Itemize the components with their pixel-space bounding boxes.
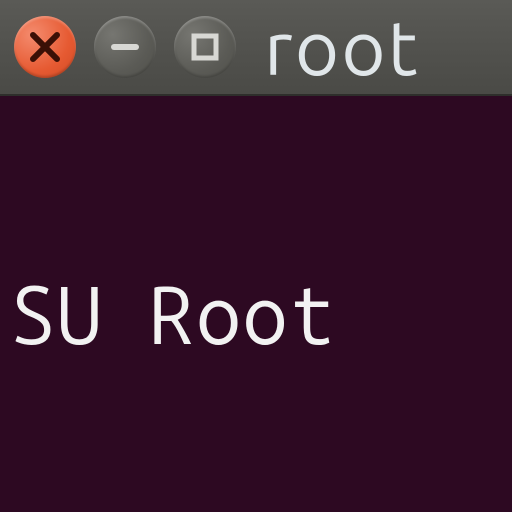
close-button[interactable] [14, 16, 76, 78]
terminal-window: root SU Root Tools # [0, 0, 512, 512]
terminal-body[interactable]: SU Root Tools # [0, 96, 512, 512]
terminal-line-1: SU Root [10, 274, 502, 356]
maximize-button[interactable] [174, 16, 236, 78]
maximize-icon [188, 30, 222, 64]
close-icon [28, 30, 62, 64]
minimize-button[interactable] [94, 16, 156, 78]
minimize-icon [108, 30, 142, 64]
titlebar: root [0, 0, 512, 96]
window-title: root [264, 5, 420, 90]
